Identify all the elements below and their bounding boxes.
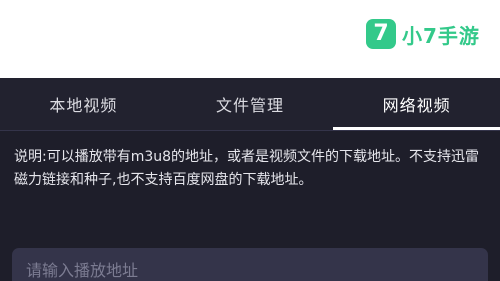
- tab-network-video[interactable]: 网络视频: [333, 78, 500, 130]
- video-player-app: 本地视频 文件管理 网络视频 说明:可以播放带有m3u8的地址，或者是视频文件的…: [0, 78, 500, 281]
- usage-description: 说明:可以播放带有m3u8的地址，或者是视频文件的下载地址。不支持迅雷磁力链接和…: [14, 149, 480, 188]
- tab-label: 网络视频: [382, 96, 451, 115]
- tab-file-management[interactable]: 文件管理: [167, 78, 334, 130]
- tab-divider: [0, 130, 500, 131]
- tab-label: 文件管理: [216, 96, 285, 115]
- tab-local-video[interactable]: 本地视频: [0, 78, 167, 130]
- tab-label: 本地视频: [49, 96, 118, 115]
- brand-logo-text: 小7手游: [402, 23, 480, 48]
- tab-bar: 本地视频 文件管理 网络视频: [0, 78, 500, 130]
- watermark-area: 7 小7手游: [0, 0, 500, 78]
- brand-logo: 7 小7手游: [366, 17, 480, 51]
- brand-logo-icon: 7: [366, 19, 396, 49]
- url-input-container: [12, 248, 488, 281]
- play-url-input[interactable]: [12, 248, 488, 281]
